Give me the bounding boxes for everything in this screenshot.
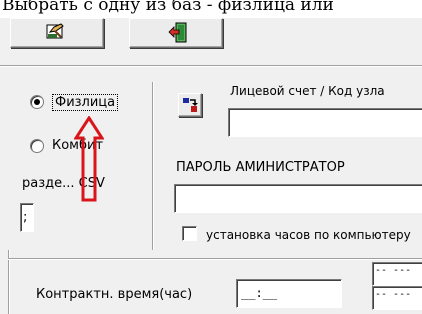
import-button[interactable] <box>178 93 202 117</box>
radio-company[interactable] <box>30 139 44 153</box>
radio-physical-persons[interactable] <box>30 95 44 109</box>
exit-door-icon <box>168 22 187 43</box>
clock-sync-checkbox[interactable] <box>182 226 197 241</box>
contract-time-input[interactable]: __:__ <box>236 279 342 308</box>
mini-field-1[interactable]: -- --- <box>372 262 422 286</box>
exit-button[interactable] <box>129 18 223 48</box>
red-arrow-annotation <box>74 116 104 202</box>
mini-field-2-value: -- --- <box>375 289 412 300</box>
admin-password-label: ПАРОЛЬ АМИНИСТРАТОР <box>176 160 345 175</box>
radio-physical-label[interactable]: Физлица <box>52 94 119 111</box>
account-label: Лицевой счет / Код узла <box>230 84 385 98</box>
hand-pencil-icon <box>46 23 64 39</box>
mini-field-1-value: -- --- <box>375 265 412 276</box>
radio-selected-dot <box>34 99 40 105</box>
toolbar-separator <box>0 65 422 67</box>
admin-password-input[interactable] <box>174 184 422 213</box>
clock-sync-label: установка часов по компьютеру <box>206 228 411 242</box>
bottom-separator <box>8 258 422 260</box>
edit-button[interactable] <box>10 18 104 48</box>
csv-separator-value: ; <box>23 210 28 225</box>
import-arrow-icon <box>183 98 198 112</box>
contract-time-value: __:__ <box>241 286 278 300</box>
window-caption: Выбрать с одну из баз - физлица или <box>0 0 422 18</box>
account-input[interactable] <box>228 108 422 137</box>
mini-field-2[interactable]: -- --- <box>372 286 422 310</box>
csv-separator-input[interactable]: ; <box>20 203 34 232</box>
panel-divider <box>152 82 154 250</box>
contract-time-label: Контрактн. время(час) <box>36 287 193 302</box>
